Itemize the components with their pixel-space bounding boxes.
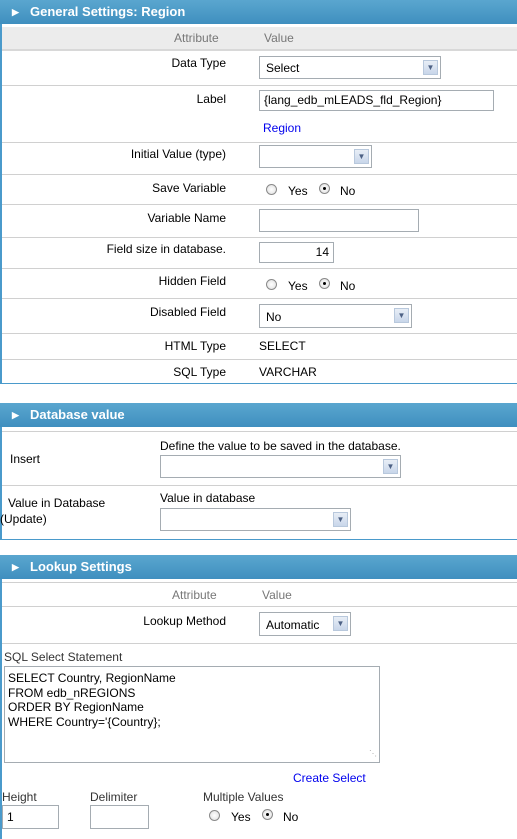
html-type-value: SELECT	[259, 339, 306, 353]
sql-type-value: VARCHAR	[259, 365, 317, 379]
divider	[2, 359, 517, 360]
divider	[2, 606, 517, 607]
disabled-field-value: No	[266, 310, 282, 324]
expand-triangle-icon: ▶	[12, 7, 19, 17]
expand-triangle-icon: ▶	[12, 562, 19, 572]
label-input[interactable]: {lang_edb_mLEADS_fld_Region}	[259, 90, 494, 111]
divider	[2, 485, 517, 486]
col-value: Value	[264, 31, 294, 45]
disabled-field-select[interactable]: No ▼	[259, 304, 412, 328]
divider	[2, 142, 517, 143]
variable-name-input[interactable]	[259, 209, 419, 232]
insert-hint: Define the value to be saved in the data…	[160, 439, 401, 453]
lookup-method-label: Lookup Method	[143, 614, 226, 628]
divider	[2, 643, 517, 644]
chevron-down-icon: ▼	[394, 308, 409, 323]
col-value: Value	[262, 588, 292, 602]
expand-triangle-icon: ▶	[12, 410, 19, 420]
resize-grip-icon[interactable]: ⋱	[369, 747, 377, 762]
save-variable-yes-radio[interactable]	[266, 184, 277, 195]
sql-line: FROM edb_nREGIONS	[8, 685, 136, 700]
field-size-label: Field size in database.	[106, 242, 226, 256]
multiple-values-label: Multiple Values	[203, 790, 284, 804]
data-type-value: Select	[266, 61, 300, 75]
chevron-down-icon: ▼	[333, 512, 348, 527]
section-title: General Settings: Region	[30, 4, 186, 19]
yes-label: Yes	[288, 279, 308, 293]
divider	[2, 237, 517, 238]
html-type-label: HTML Type	[164, 339, 226, 353]
label-label: Label	[196, 92, 226, 106]
region-link[interactable]: Region	[263, 121, 301, 135]
hidden-field-label: Hidden Field	[158, 274, 226, 288]
multiple-yes-radio[interactable]	[209, 810, 220, 821]
database-value-header[interactable]: ▶ Database value	[0, 403, 517, 427]
hidden-field-yes-radio[interactable]	[266, 279, 277, 290]
column-header: Attribute Value	[2, 27, 517, 51]
no-label: No	[283, 810, 299, 824]
sql-line: SELECT Country, RegionName	[8, 671, 176, 685]
save-variable-label: Save Variable	[152, 181, 226, 195]
divider	[2, 333, 517, 334]
sql-line: ORDER BY RegionName	[8, 700, 144, 714]
divider	[2, 204, 517, 205]
divider	[2, 431, 517, 432]
general-settings-header[interactable]: ▶ General Settings: Region	[0, 0, 517, 24]
create-select-link[interactable]: Create Select	[293, 771, 366, 785]
divider	[2, 268, 517, 269]
divider	[2, 85, 517, 86]
height-input[interactable]: 1	[2, 805, 59, 829]
divider	[2, 298, 517, 299]
chevron-down-icon: ▼	[354, 149, 369, 164]
yes-label: Yes	[231, 810, 251, 824]
sql-line: WHERE Country='{Country};	[8, 714, 161, 729]
field-size-input[interactable]: 14	[259, 242, 334, 263]
delimiter-label: Delimiter	[90, 790, 138, 804]
chevron-down-icon: ▼	[333, 616, 348, 631]
section-title: Lookup Settings	[30, 559, 132, 574]
insert-select[interactable]: ▼	[160, 455, 401, 478]
update-label: Value in Database	[8, 496, 106, 510]
lookup-method-select[interactable]: Automatic ▼	[259, 612, 351, 636]
divider	[2, 174, 517, 175]
sql-select-label: SQL Select Statement	[4, 650, 123, 664]
variable-name-label: Variable Name	[147, 211, 226, 225]
lookup-settings-header[interactable]: ▶ Lookup Settings	[0, 555, 517, 579]
divider	[2, 582, 517, 583]
chevron-down-icon: ▼	[383, 459, 398, 474]
col-attribute: Attribute	[172, 588, 217, 602]
sql-select-textarea[interactable]: SELECT Country, RegionName FROM edb_nREGI…	[4, 666, 380, 763]
save-variable-no-radio[interactable]	[319, 183, 330, 194]
hidden-field-no-radio[interactable]	[319, 278, 330, 289]
insert-label: Insert	[10, 452, 41, 466]
sql-type-label: SQL Type	[173, 365, 226, 379]
initial-value-select[interactable]: ▼	[259, 145, 372, 168]
update-label-suffix: (Update)	[0, 512, 47, 526]
no-label: No	[340, 279, 356, 293]
initial-value-label: Initial Value (type)	[130, 147, 226, 161]
yes-label: Yes	[288, 184, 308, 198]
section-title: Database value	[30, 407, 125, 422]
height-label: Height	[2, 790, 37, 804]
data-type-label: Data Type	[171, 56, 226, 70]
lookup-method-value: Automatic	[266, 618, 320, 632]
update-hint: Value in database	[160, 491, 256, 505]
update-select[interactable]: ▼	[160, 508, 351, 531]
chevron-down-icon: ▼	[423, 60, 438, 75]
disabled-field-label: Disabled Field	[149, 305, 226, 319]
no-label: No	[340, 184, 356, 198]
col-attribute: Attribute	[174, 31, 219, 45]
multiple-no-radio[interactable]	[262, 809, 273, 820]
delimiter-input[interactable]	[90, 805, 149, 829]
data-type-select[interactable]: Select ▼	[259, 56, 441, 79]
